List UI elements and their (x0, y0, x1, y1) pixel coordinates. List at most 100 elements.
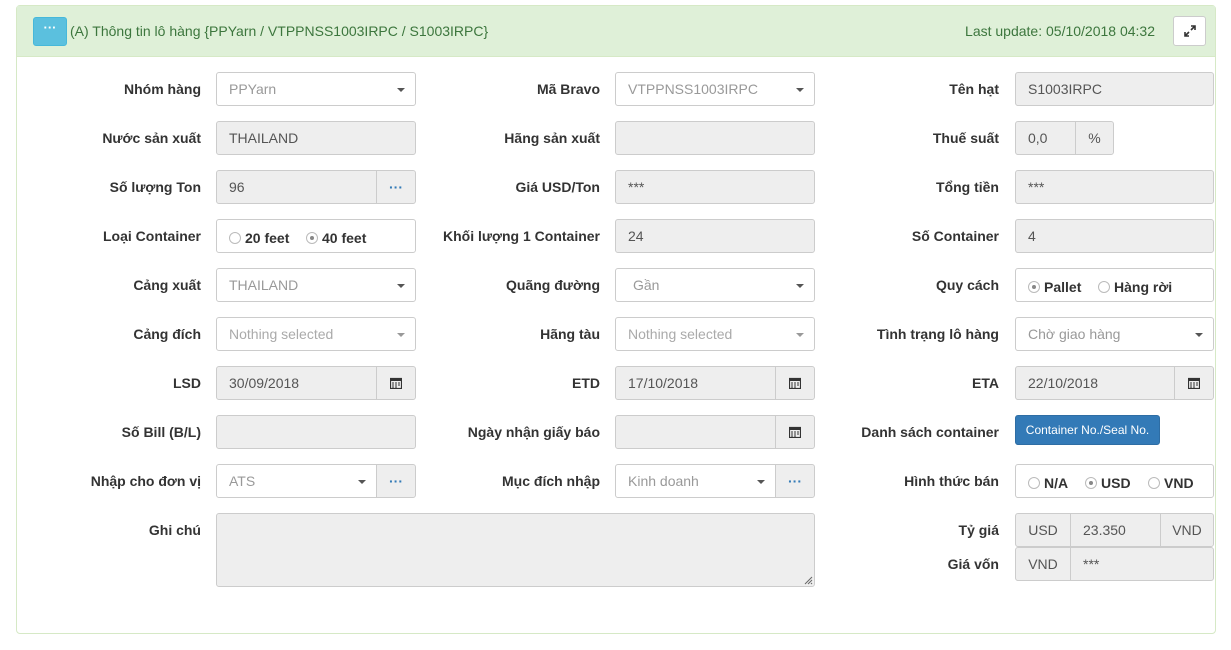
radio-40-feet[interactable]: 40 feet (306, 230, 366, 246)
collapse-button[interactable]: ··· (33, 17, 67, 46)
radio-hang-roi[interactable]: Hàng rời (1098, 279, 1172, 295)
chevron-down-icon (358, 480, 366, 484)
radio-icon (1098, 281, 1110, 293)
quang-duong-value: Gần (633, 277, 660, 293)
label-gia-von: Giá vốn (947, 556, 999, 572)
nhom-hang-value: PPYarn (229, 81, 277, 97)
radio-20-feet[interactable]: 20 feet (229, 230, 289, 246)
eta-date-input[interactable]: 22/10/2018 (1015, 366, 1175, 400)
last-update-text: Last update: 05/10/2018 04:32 (965, 23, 1155, 39)
radio-icon (1148, 477, 1160, 489)
nhap-cho-don-vi-more-button[interactable]: ··· (376, 464, 416, 498)
chevron-down-icon (796, 284, 804, 288)
chevron-down-icon (757, 480, 765, 484)
chevron-down-icon (796, 88, 804, 92)
label-tong-tien: Tổng tiền (936, 179, 999, 195)
nhap-cho-don-vi-select[interactable]: ATS (216, 464, 377, 498)
radio-label: Hàng rời (1114, 279, 1173, 295)
lsd-date-input[interactable]: 30/09/2018 (216, 366, 377, 400)
tinh-trang-value: Chờ giao hàng (1028, 326, 1121, 342)
chevron-down-icon (1195, 333, 1203, 337)
radio-checked-icon (306, 232, 318, 244)
so-luong-ton-more-button[interactable]: ··· (376, 170, 416, 204)
so-luong-ton-field: 96 (216, 170, 377, 204)
label-so-bill: Số Bill (B/L) (121, 424, 201, 440)
eta-calendar-button[interactable] (1174, 366, 1214, 400)
label-hang-san-xuat: Hãng sản xuất (504, 130, 600, 146)
ghi-chu-textarea (216, 513, 815, 587)
khoi-luong-container-field: 24 (615, 219, 815, 253)
percent-addon: % (1075, 121, 1114, 155)
radio-checked-icon (1028, 281, 1040, 293)
hang-tau-placeholder: Nothing selected (628, 326, 733, 342)
calendar-icon (789, 426, 801, 438)
ngay-nhan-calendar-button[interactable] (775, 415, 815, 449)
gia-usd-ton-field: *** (615, 170, 815, 204)
panel-heading: ··· (A) Thông tin lô hàng {PPYarn / VTPP… (17, 6, 1215, 57)
label-nhom-hang: Nhóm hàng (124, 81, 201, 97)
label-ghi-chu: Ghi chú (148, 522, 201, 538)
hang-tau-select[interactable]: Nothing selected (615, 317, 815, 351)
cang-dich-placeholder: Nothing selected (229, 326, 334, 342)
label-gia-usd-ton: Giá USD/Ton (515, 179, 600, 195)
ty-gia-field: 23.350 (1070, 513, 1161, 547)
etd-date-input[interactable]: 17/10/2018 (615, 366, 776, 400)
radio-checked-icon (1085, 477, 1097, 489)
muc-dich-nhap-value: Kinh doanh (628, 473, 699, 489)
label-ma-bravo: Mã Bravo (536, 81, 600, 97)
radio-label: Pallet (1044, 279, 1082, 295)
radio-icon (229, 232, 241, 244)
muc-dich-nhap-more-button[interactable]: ··· (775, 464, 815, 498)
tinh-trang-select[interactable]: Chờ giao hàng (1015, 317, 1214, 351)
chevron-down-icon (397, 333, 405, 337)
more-icon: ··· (389, 179, 403, 195)
chevron-down-icon (397, 284, 405, 288)
thue-suat-field: 0,0 (1015, 121, 1076, 155)
label-lsd: LSD (173, 375, 201, 391)
gia-von-field: *** (1070, 547, 1214, 581)
calendar-icon (789, 377, 801, 389)
label-tinh-trang: Tình trạng lô hàng (876, 326, 999, 342)
ma-bravo-value: VTPPNSS1003IRPC (628, 81, 758, 97)
ty-gia-prefix: USD (1015, 513, 1071, 547)
calendar-icon (390, 377, 402, 389)
radio-label: 20 feet (245, 230, 290, 246)
panel-title: (A) Thông tin lô hàng {PPYarn / VTPPNSS1… (70, 23, 489, 39)
label-danh-sach-container: Danh sách container (861, 424, 999, 440)
label-so-container: Số Container (911, 228, 999, 244)
expand-button[interactable] (1173, 16, 1206, 46)
chevron-down-icon (796, 333, 804, 337)
lsd-calendar-button[interactable] (376, 366, 416, 400)
label-cang-xuat: Cảng xuất (133, 277, 201, 293)
resize-handle-icon (804, 576, 813, 585)
label-so-luong-ton: Số lượng Ton (109, 179, 201, 195)
radio-usd[interactable]: USD (1085, 475, 1131, 491)
ten-hat-field: S1003IRPC (1015, 72, 1214, 106)
container-seal-button[interactable]: Container No./Seal No. (1015, 415, 1160, 445)
muc-dich-nhap-select[interactable]: Kinh doanh (615, 464, 776, 498)
label-loai-container: Loại Container (102, 228, 201, 244)
chevron-down-icon (397, 88, 405, 92)
ngay-nhan-giay-bao-input[interactable] (615, 415, 776, 449)
cang-xuat-value: THAILAND (229, 277, 299, 293)
label-eta: ETA (972, 375, 999, 391)
ty-gia-suffix: VND (1160, 513, 1214, 547)
gia-von-prefix: VND (1015, 547, 1071, 581)
cang-xuat-select[interactable]: THAILAND (216, 268, 416, 302)
cang-dich-select[interactable]: Nothing selected (216, 317, 416, 351)
more-icon: ··· (788, 473, 802, 489)
ma-bravo-select[interactable]: VTPPNSS1003IRPC (615, 72, 815, 106)
label-muc-dich-nhap: Mục đích nhập (502, 473, 600, 489)
nhom-hang-select[interactable]: PPYarn (216, 72, 416, 106)
quang-duong-select[interactable]: Gần (615, 268, 815, 302)
etd-calendar-button[interactable] (775, 366, 815, 400)
label-quang-duong: Quãng đường (506, 277, 600, 293)
hinh-thuc-ban-radio-group: N/A USD VND (1015, 464, 1214, 498)
calendar-icon (1188, 377, 1200, 389)
radio-pallet[interactable]: Pallet (1028, 279, 1081, 295)
radio-na[interactable]: N/A (1028, 475, 1068, 491)
radio-label: 40 feet (322, 230, 367, 246)
radio-vnd[interactable]: VND (1148, 475, 1194, 491)
expand-icon (1184, 25, 1196, 37)
radio-icon (1028, 477, 1040, 489)
